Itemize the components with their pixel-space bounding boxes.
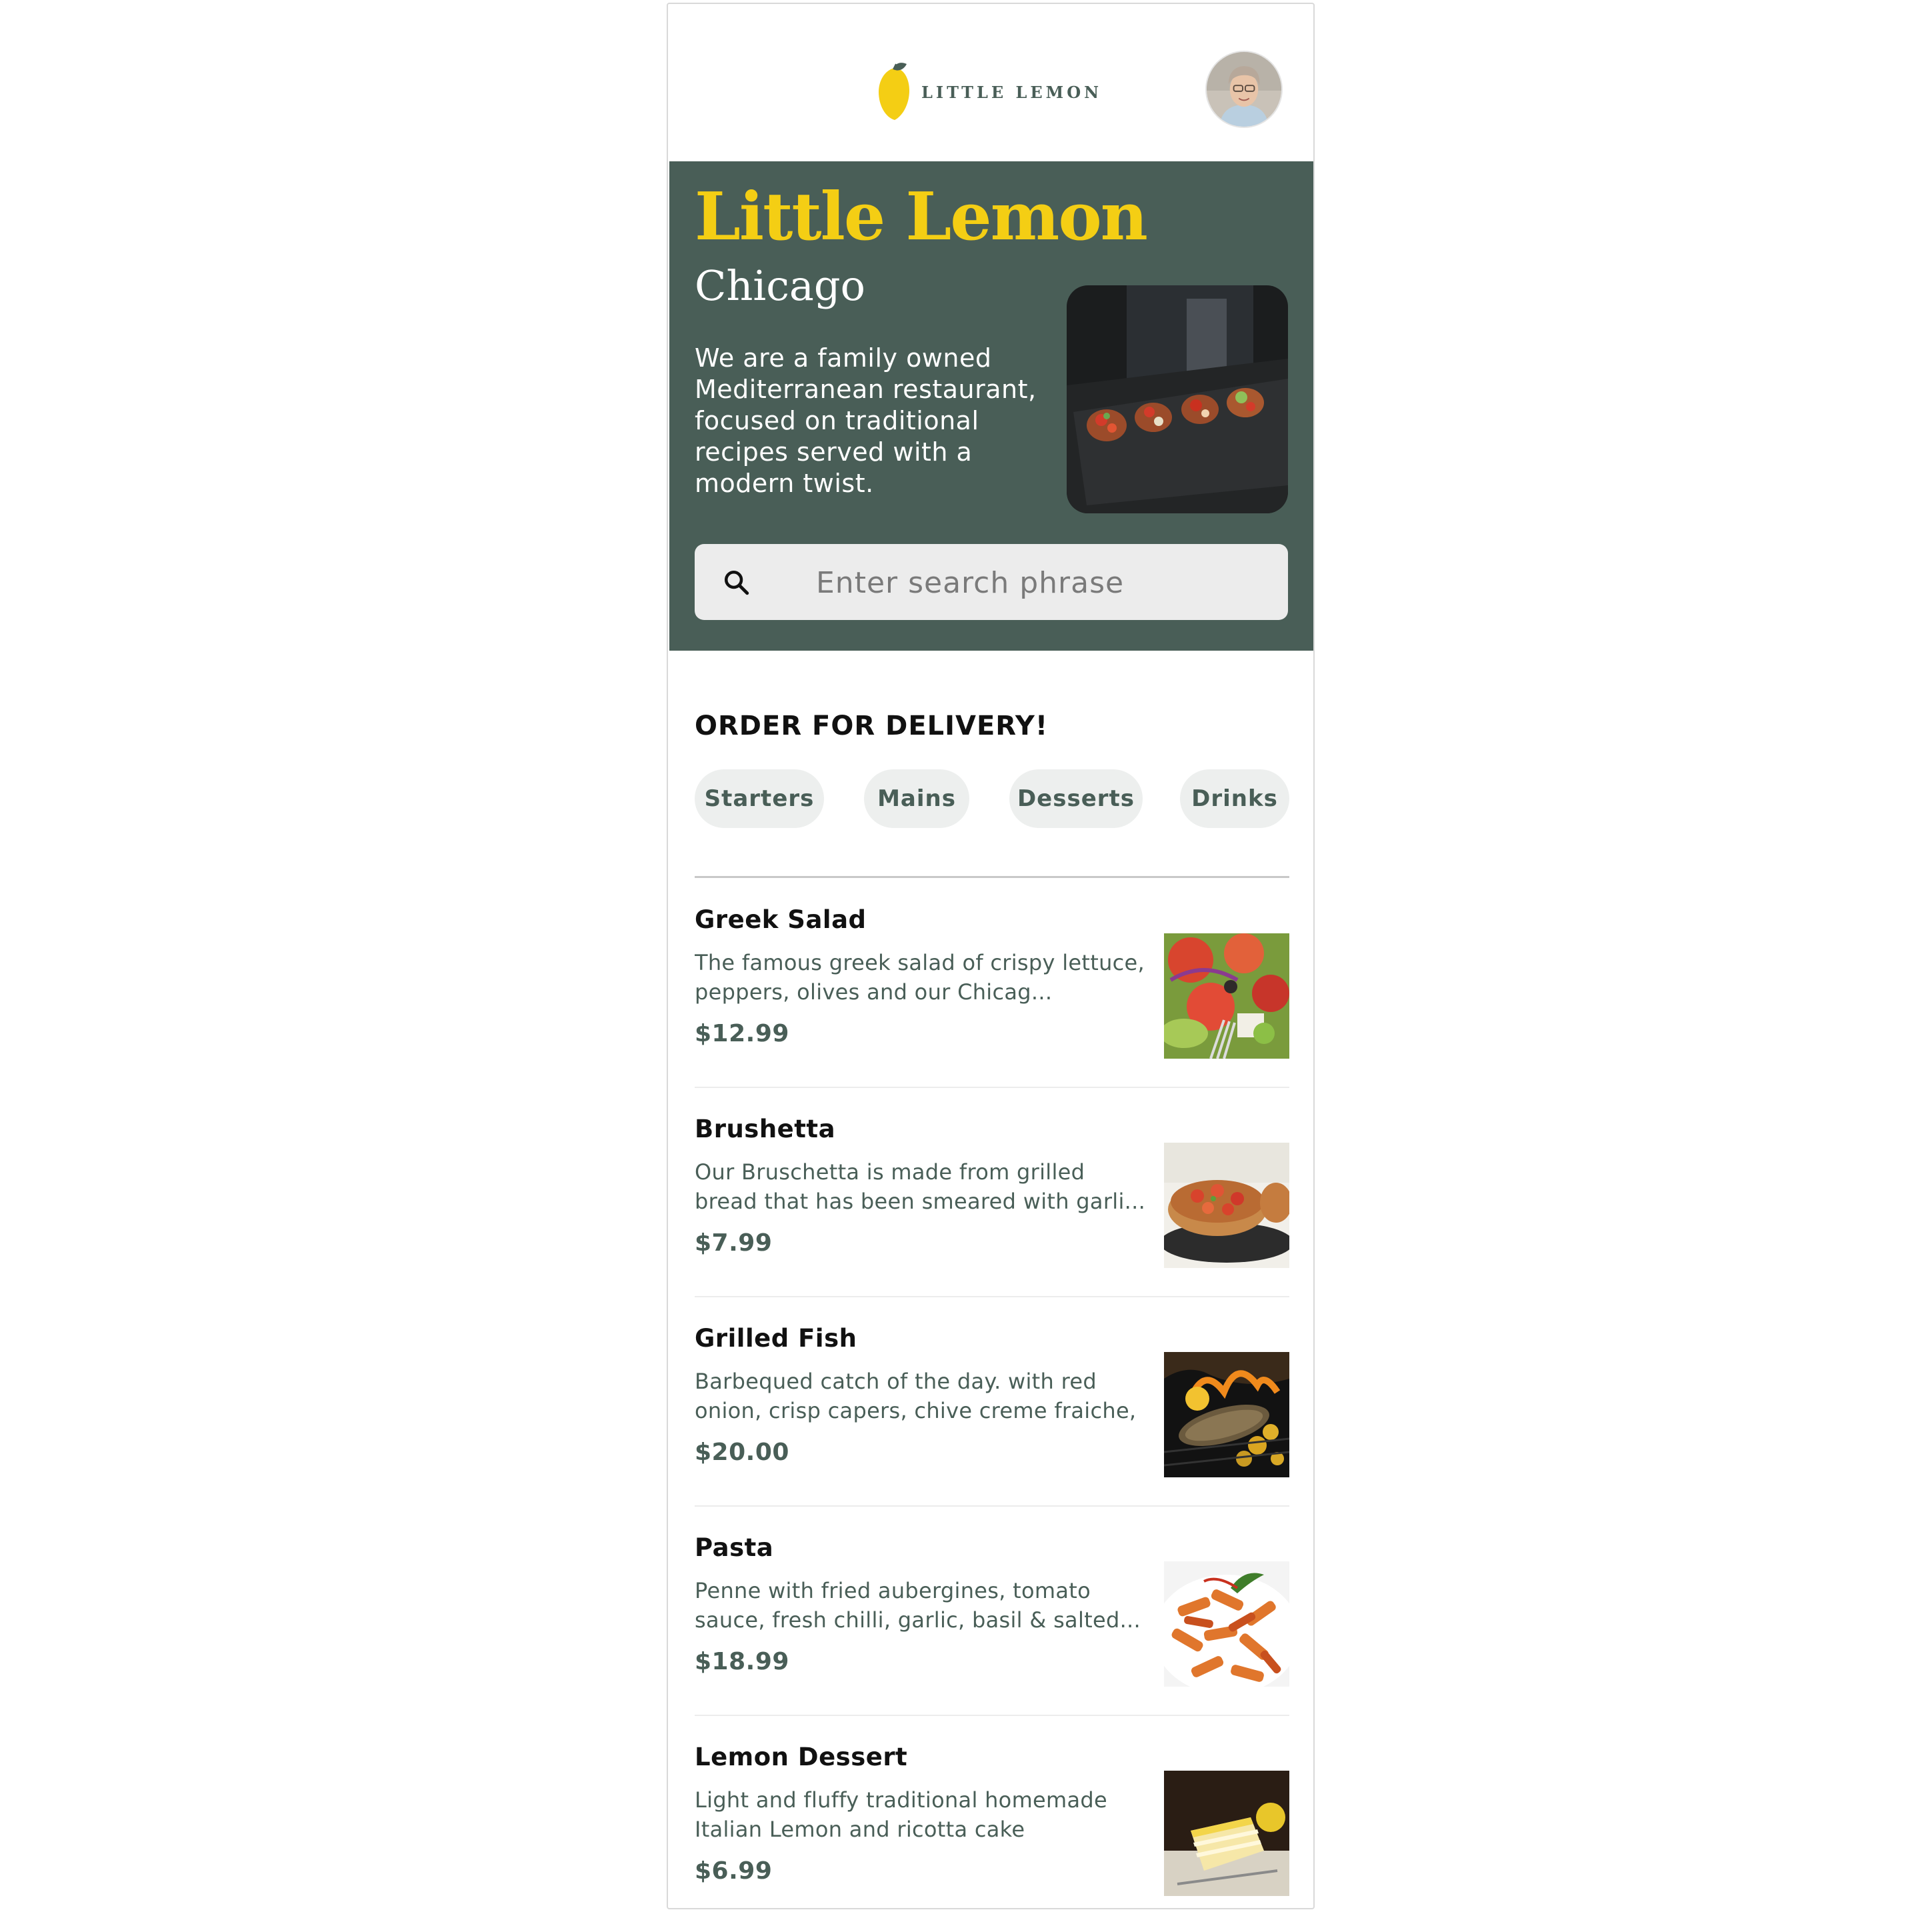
search-input[interactable]: [815, 544, 1271, 621]
item-price: $12.99: [695, 1020, 789, 1047]
menu-item-grilled-fish[interactable]: Grilled Fish Barbequed catch of the day.…: [695, 1297, 1289, 1507]
item-name: Brushetta: [695, 1115, 836, 1143]
category-filters: Starters Mains Desserts Drinks: [695, 769, 1289, 829]
menu-item-pasta[interactable]: Pasta Penne with fried aubergines, tomat…: [695, 1507, 1289, 1716]
item-name: Greek Salad: [695, 905, 867, 934]
bruschetta-image: [1164, 1143, 1289, 1268]
hero-city: Chicago: [695, 261, 865, 310]
item-description: Light and fluffy traditional homemade It…: [695, 1787, 1108, 1842]
bruschetta-platter-image: [1067, 285, 1288, 513]
greek-salad-image: [1164, 933, 1289, 1059]
search-bar[interactable]: [695, 544, 1288, 621]
top-bar: LITTLE LEMON: [668, 4, 1313, 161]
item-price: $18.99: [695, 1648, 789, 1675]
item-price: $20.00: [695, 1439, 789, 1466]
menu-item-lemon-dessert[interactable]: Lemon Dessert Light and fluffy tradition…: [695, 1716, 1289, 1908]
category-chip-label: Mains: [877, 785, 956, 812]
menu-item-brushetta[interactable]: Brushetta Our Bruschetta is made from gr…: [695, 1088, 1289, 1297]
brand-name: LITTLE LEMON: [921, 82, 1103, 102]
grilled-fish-image: [1164, 1352, 1289, 1477]
hero-section: Little Lemon Chicago We are a family own…: [669, 161, 1313, 651]
item-description: Penne with fried aubergines, tomato sauc…: [695, 1578, 1141, 1633]
section-divider: [695, 876, 1289, 878]
hero-description: We are a family owned Mediterranean rest…: [695, 343, 1037, 498]
user-avatar[interactable]: [1205, 51, 1283, 128]
item-description: The famous greek salad of crispy lettuce…: [695, 950, 1145, 1005]
category-chip-label: Drinks: [1191, 785, 1278, 812]
item-name: Lemon Dessert: [695, 1743, 908, 1771]
profile-photo: [1207, 52, 1281, 127]
lemon-icon: [879, 63, 909, 120]
item-price: $6.99: [695, 1857, 773, 1885]
search-icon[interactable]: [723, 569, 751, 597]
menu-item-greek-salad[interactable]: Greek Salad The famous greek salad of cr…: [695, 879, 1289, 1088]
category-chip-mains[interactable]: Mains: [864, 769, 969, 828]
category-chip-label: Desserts: [1017, 785, 1135, 812]
category-chip-starters[interactable]: Starters: [695, 769, 824, 828]
hero-title: Little Lemon: [695, 179, 1148, 255]
item-description: Our Bruschetta is made from grilled brea…: [695, 1159, 1146, 1214]
category-chip-label: Starters: [704, 785, 815, 812]
app-screen: LITTLE LEMON Little Lemon Chicago We are…: [667, 3, 1315, 1909]
lemon-cake-image: [1164, 1771, 1289, 1896]
item-price: $7.99: [695, 1229, 773, 1257]
item-description: Barbequed catch of the day. with red oni…: [695, 1369, 1137, 1423]
pasta-image: [1164, 1561, 1289, 1687]
order-heading: ORDER FOR DELIVERY!: [695, 711, 1049, 741]
item-name: Grilled Fish: [695, 1324, 857, 1353]
item-name: Pasta: [695, 1533, 774, 1562]
brand-logo[interactable]: LITTLE LEMON: [875, 60, 1102, 124]
category-chip-drinks[interactable]: Drinks: [1180, 769, 1289, 828]
category-chip-desserts[interactable]: Desserts: [1009, 769, 1143, 828]
